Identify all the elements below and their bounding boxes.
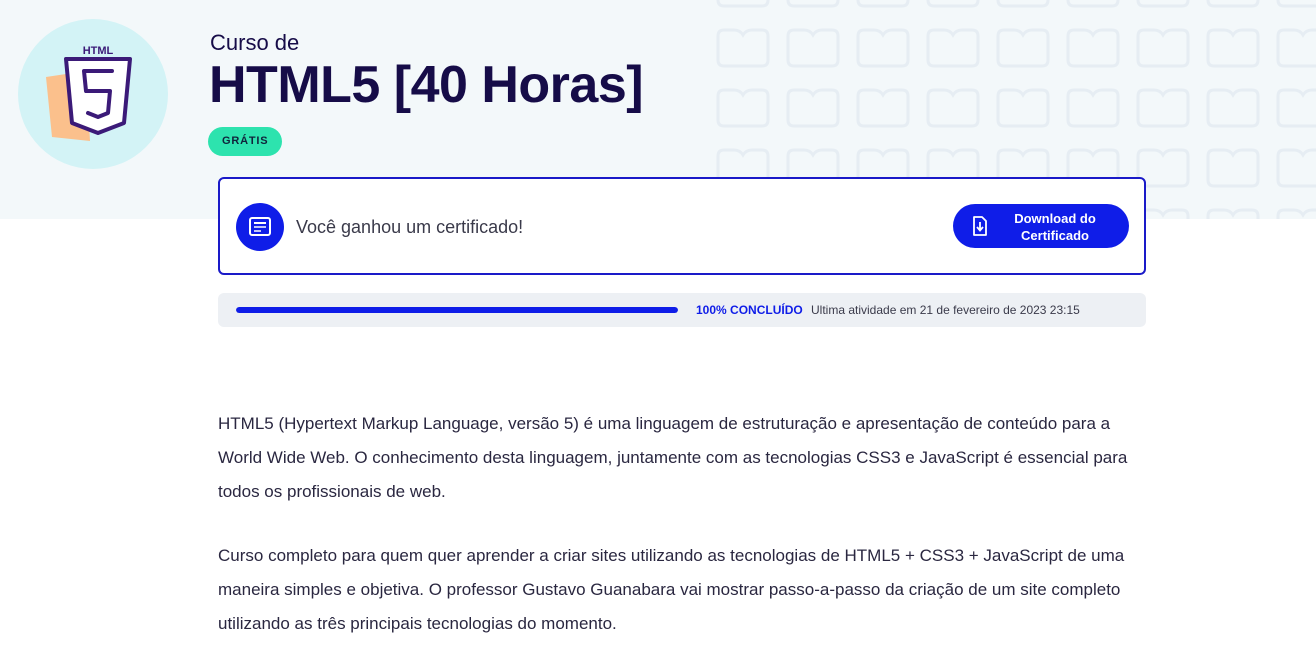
course-title: HTML5 [40 Horas] — [209, 56, 644, 114]
progress-percent-label: 100% CONCLUÍDO — [696, 303, 803, 317]
progress-fill — [236, 307, 678, 313]
price-badge: GRÁTIS — [208, 127, 283, 156]
html5-logo-icon: HTML 5 — [46, 45, 132, 141]
course-prefix: Curso de — [210, 30, 300, 55]
download-button-label: Download do Certificado — [1014, 211, 1096, 243]
certificate-message: Você ganhou um certificado! — [296, 217, 524, 237]
download-certificate-button[interactable]: Download do Certificado — [953, 204, 1129, 248]
logo-label: HTML — [83, 45, 114, 57]
certificate-card: Você ganhou um certificado! Download do … — [218, 177, 1146, 275]
course-description-paragraph: HTML5 (Hypertext Markup Language, versão… — [218, 414, 1128, 501]
html5-course-logo: HTML 5 — [18, 19, 168, 169]
course-progress: 100% CONCLUÍDO Ultima atividade em 21 de… — [218, 293, 1146, 327]
download-file-icon — [973, 216, 987, 236]
certificate-icon — [236, 203, 284, 251]
course-description-paragraph: Curso completo para quem quer aprender a… — [218, 546, 1125, 633]
progress-track — [236, 307, 678, 313]
last-activity-text: Ultima atividade em 21 de fevereiro de 2… — [811, 303, 1080, 317]
